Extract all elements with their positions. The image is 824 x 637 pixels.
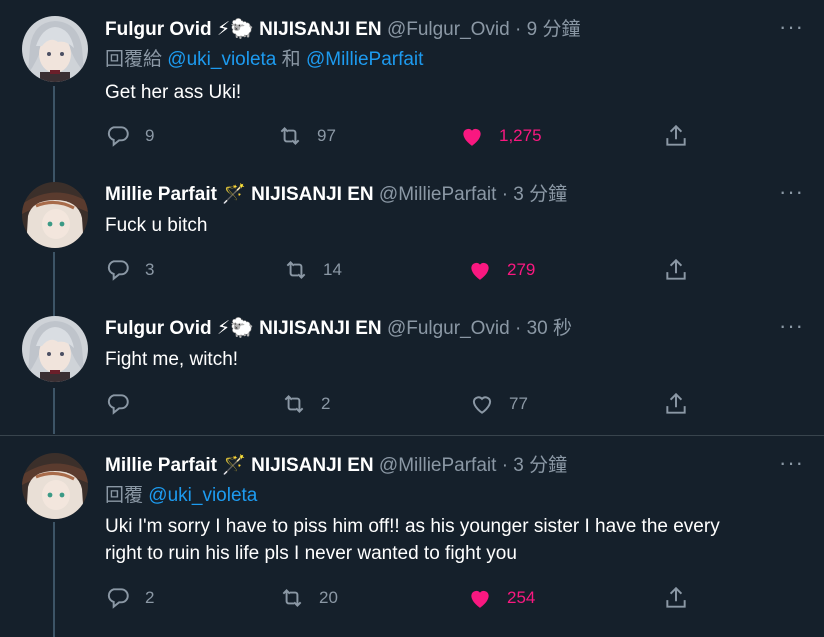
reply-icon	[107, 394, 129, 415]
retweet-icon	[280, 127, 300, 145]
reply-icon	[107, 588, 129, 609]
heart-filled-icon	[463, 128, 481, 146]
reply-count: 3	[145, 260, 155, 279]
reply-count: 9	[145, 126, 155, 145]
name-emoji: 🪄	[222, 184, 246, 205]
heart-outline-icon	[472, 396, 492, 414]
share-button[interactable]	[663, 583, 703, 613]
display-name[interactable]: Fulgur Ovid	[105, 19, 212, 40]
more-options-icon[interactable]: ···	[764, 16, 804, 43]
retweet-button[interactable]: 97	[277, 121, 336, 151]
more-options-icon[interactable]: ···	[764, 315, 804, 342]
timestamp[interactable]: 3 分鐘	[513, 455, 567, 476]
like-button[interactable]: 254	[467, 583, 535, 613]
replying-to: 回覆 @uki_violeta	[105, 483, 804, 509]
reply-joiner: 和	[281, 49, 301, 70]
retweet-count: 20	[319, 588, 338, 607]
tweet-text: Get her ass Uki!	[105, 82, 242, 103]
heart-filled-icon	[471, 262, 489, 280]
timestamp[interactable]: 9 分鐘	[527, 19, 581, 40]
separator-dot: ·	[501, 455, 509, 476]
share-icon	[666, 124, 686, 146]
name-emoji: 🪄	[222, 455, 246, 476]
tweet-header: Fulgur Ovid ⚡🐑 NIJISANJI EN @Fulgur_Ovid…	[105, 316, 804, 342]
reply-button[interactable]: 2	[105, 583, 154, 613]
more-options-icon[interactable]: ···	[764, 181, 804, 208]
tweet-header: Fulgur Ovid ⚡🐑 NIJISANJI EN @Fulgur_Ovid…	[105, 17, 804, 43]
display-name[interactable]: Millie Parfait	[105, 184, 217, 205]
org-name[interactable]: NIJISANJI EN	[251, 455, 373, 476]
retweet-icon	[286, 261, 306, 279]
retweet-count: 14	[323, 260, 342, 279]
reply-count: 2	[145, 588, 155, 607]
like-count: 279	[507, 260, 536, 279]
timestamp[interactable]: 3 分鐘	[513, 184, 567, 205]
share-button[interactable]	[663, 121, 703, 151]
reply-button[interactable]	[105, 389, 145, 419]
tweet[interactable]: Millie Parfait 🪄 NIJISANJI EN @MilliePar…	[0, 170, 824, 305]
mention-link[interactable]: @uki_violeta	[167, 49, 276, 70]
user-handle[interactable]: @Fulgur_Ovid	[387, 19, 510, 40]
share-button[interactable]	[663, 255, 703, 285]
separator-dot: ·	[515, 19, 522, 40]
tweet[interactable]: Fulgur Ovid ⚡🐑 NIJISANJI EN @Fulgur_Ovid…	[0, 305, 824, 435]
mention-link[interactable]: @uki_violeta	[148, 485, 257, 506]
name-emoji: ⚡🐑	[216, 19, 254, 40]
name-emoji: ⚡🐑	[216, 318, 254, 339]
like-button[interactable]: 279	[467, 255, 535, 285]
avatar[interactable]	[22, 316, 88, 382]
retweet-count: 97	[317, 126, 336, 145]
avatar[interactable]	[22, 16, 88, 82]
share-icon	[666, 258, 686, 280]
user-handle[interactable]: @MillieParfait	[379, 455, 496, 476]
reply-button[interactable]: 9	[105, 121, 154, 151]
tweet-text-line: Uki I'm sorry I have to piss him off!! a…	[105, 516, 720, 537]
retweet-count: 2	[321, 394, 331, 413]
org-name[interactable]: NIJISANJI EN	[259, 19, 381, 40]
tweet-header: Millie Parfait 🪄 NIJISANJI EN @MilliePar…	[105, 453, 804, 479]
retweet-button[interactable]: 14	[283, 255, 342, 285]
org-name[interactable]: NIJISANJI EN	[259, 318, 381, 339]
tweet-text: Fight me, witch!	[105, 349, 239, 370]
share-icon	[666, 392, 686, 414]
tweet-text-line: right to ruin his life pls I never wante…	[105, 543, 517, 564]
reply-prefix: 回覆給	[105, 49, 163, 70]
avatar[interactable]	[22, 453, 88, 519]
user-handle[interactable]: @Fulgur_Ovid	[387, 318, 510, 339]
timestamp[interactable]: 30 秒	[527, 318, 572, 339]
user-handle[interactable]: @MillieParfait	[379, 184, 496, 205]
tweet[interactable]: Millie Parfait 🪄 NIJISANJI EN @MilliePar…	[0, 436, 824, 637]
tweet-text: Uki I'm sorry I have to piss him off!! a…	[105, 513, 804, 567]
retweet-button[interactable]: 20	[279, 583, 338, 613]
mention-link[interactable]: @MillieParfait	[306, 49, 423, 70]
display-name[interactable]: Fulgur Ovid	[105, 318, 212, 339]
replying-to: 回覆給 @uki_violeta 和 @MillieParfait	[105, 47, 804, 73]
tweet[interactable]: Fulgur Ovid ⚡🐑 NIJISANJI EN @Fulgur_Ovid…	[0, 0, 824, 170]
display-name[interactable]: Millie Parfait	[105, 455, 217, 476]
like-button[interactable]: 77	[469, 389, 528, 419]
tweet-text: Fuck u bitch	[105, 215, 208, 236]
like-count: 254	[507, 588, 536, 607]
more-options-icon[interactable]: ···	[764, 452, 804, 479]
separator-dot: ·	[501, 184, 509, 205]
like-count: 1,275	[499, 126, 542, 145]
retweet-button[interactable]: 2	[281, 389, 330, 419]
reply-icon	[107, 260, 129, 281]
heart-filled-icon	[471, 590, 489, 608]
share-icon	[666, 586, 686, 608]
retweet-icon	[282, 589, 302, 607]
reply-button[interactable]: 3	[105, 255, 154, 285]
reply-icon	[107, 126, 129, 147]
share-button[interactable]	[663, 389, 703, 419]
reply-prefix: 回覆	[105, 485, 144, 506]
retweet-icon	[284, 395, 304, 413]
like-button[interactable]: 1,275	[459, 121, 542, 151]
tweet-header: Millie Parfait 🪄 NIJISANJI EN @MilliePar…	[105, 182, 804, 208]
avatar[interactable]	[22, 182, 88, 248]
separator-dot: ·	[515, 318, 522, 339]
org-name[interactable]: NIJISANJI EN	[251, 184, 373, 205]
like-count: 77	[509, 394, 528, 413]
